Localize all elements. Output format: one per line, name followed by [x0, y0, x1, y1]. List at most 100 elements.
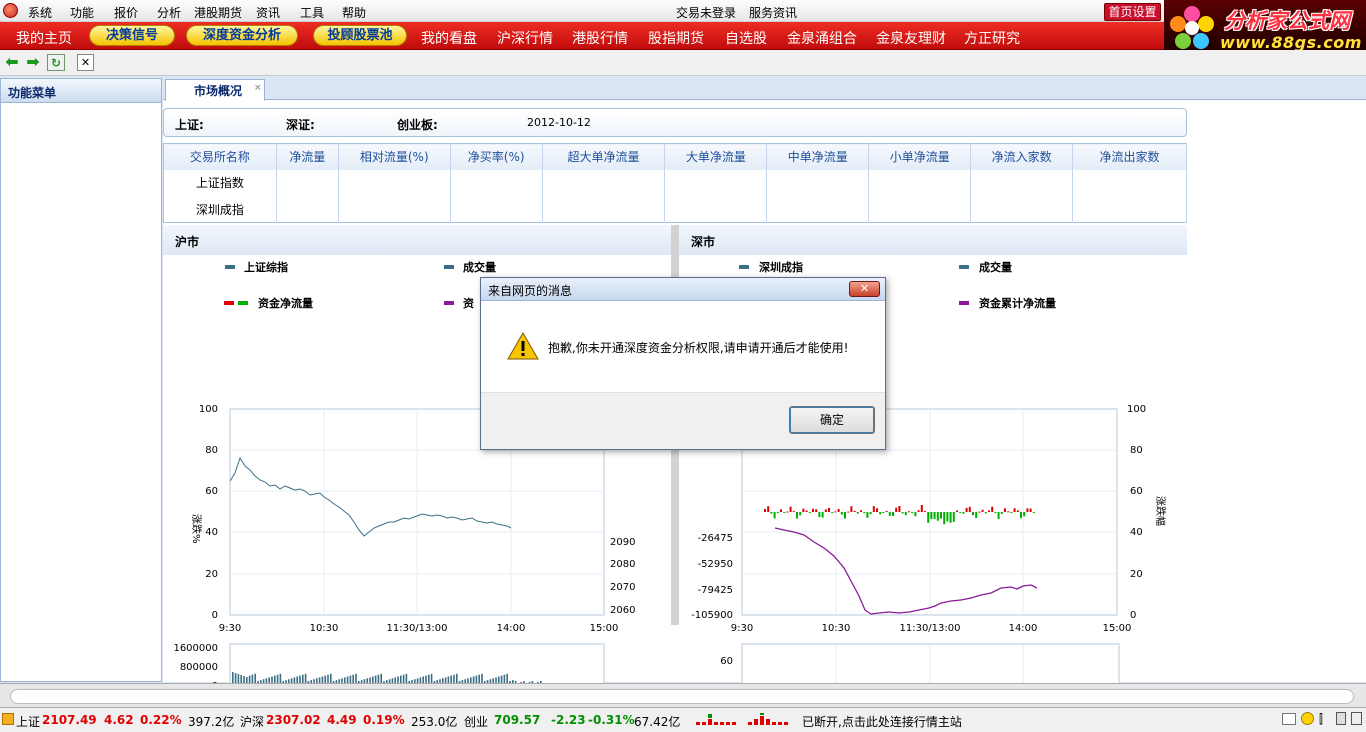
- netflow-bar: [965, 507, 968, 512]
- tab-market-overview[interactable]: 市场概况 ×: [165, 79, 265, 101]
- legend-swatch-cum: [444, 301, 454, 305]
- logo-title: 分析家公式网: [1224, 8, 1350, 33]
- netflow-bar: [1004, 508, 1006, 512]
- tab-label: 市场概况: [194, 84, 243, 98]
- menu-quote[interactable]: 报价: [114, 4, 138, 21]
- phone-icon[interactable]: [1336, 712, 1346, 725]
- legend-swatch-sz-volume: [959, 265, 969, 269]
- nav-hk-quotes[interactable]: 港股行情: [572, 28, 628, 48]
- nav-deep-fund-analysis[interactable]: 深度资金分析: [186, 25, 298, 46]
- status-sh-name[interactable]: 上证: [16, 713, 40, 730]
- status-cy-change: -2.23: [551, 713, 586, 727]
- tray-coin-icon[interactable]: [1301, 712, 1314, 725]
- main-nav: 我的主页 决策信号 深度资金分析 投顾股票池 我的看盘 沪深行情 港股行情 股指…: [0, 22, 1366, 50]
- nav-sh-sz-quotes[interactable]: 沪深行情: [497, 28, 553, 48]
- keyboard-icon[interactable]: [1282, 713, 1296, 725]
- back-arrow-icon[interactable]: ⬅: [3, 54, 21, 71]
- netflow-bar: [888, 512, 891, 516]
- netflow-bar: [773, 512, 776, 519]
- refresh-icon[interactable]: ↻: [47, 54, 65, 71]
- status-sz-change: 4.49: [327, 713, 357, 727]
- menu-function[interactable]: 功能: [70, 4, 94, 21]
- status-sh-pct: 0.22%: [140, 713, 182, 727]
- nav-research[interactable]: 方正研究: [964, 28, 1020, 48]
- tab-close-icon[interactable]: ×: [254, 83, 262, 93]
- forward-arrow-icon[interactable]: ➡: [24, 54, 42, 71]
- netflow-bar: [901, 512, 904, 514]
- netflow-bar: [879, 512, 882, 515]
- market-breadth-icon: [696, 713, 788, 725]
- nav-my-watch[interactable]: 我的看盘: [421, 28, 477, 48]
- netflow-bar: [770, 512, 773, 514]
- col-relative-flow: 相对流量(%): [338, 143, 451, 170]
- netflow-bar: [834, 511, 837, 513]
- legend-sz-volume: 成交量: [979, 260, 1012, 274]
- site-logo: 分析家公式网 www.88gs.com: [1164, 0, 1366, 56]
- netflow-bar: [780, 509, 782, 512]
- legend-swatch-netflow-down: [238, 301, 248, 305]
- nav-index-futures[interactable]: 股指期货: [648, 28, 704, 48]
- menu-news[interactable]: 资讯: [256, 4, 280, 21]
- app-icon[interactable]: [3, 3, 18, 18]
- netflow-bar: [892, 512, 894, 516]
- y-right-tick: 100: [1127, 404, 1146, 415]
- netflow-bar: [1026, 508, 1029, 512]
- netflow-bar: [997, 512, 1000, 519]
- nav-advisor-pool[interactable]: 投顾股票池: [313, 25, 407, 46]
- netflow-bar: [821, 512, 824, 518]
- horizontal-scrollbar[interactable]: [10, 689, 1354, 704]
- row-name-sz: 深圳成指: [163, 196, 277, 223]
- netflow-bar: [962, 512, 965, 514]
- netflow-bar: [1029, 508, 1032, 512]
- home-settings-button[interactable]: 首页设置: [1104, 3, 1161, 21]
- table-row[interactable]: 上证指数: [163, 169, 1187, 197]
- y-right-tick: 40: [1130, 527, 1143, 538]
- dialog-close-button[interactable]: ✕: [849, 281, 880, 297]
- netflow-bar: [952, 512, 955, 522]
- menu-hk-futures[interactable]: 港股期货: [194, 4, 242, 21]
- nav-portfolio[interactable]: 金泉涌组合: [787, 28, 857, 48]
- connection-status[interactable]: 已断开,点击此处连接行情主站: [802, 713, 962, 730]
- menu-analysis[interactable]: 分析: [157, 4, 181, 21]
- netflow-bar: [792, 511, 795, 513]
- menu-system[interactable]: 系统: [28, 4, 52, 21]
- nav-my-home[interactable]: 我的主页: [16, 28, 72, 48]
- status-sz-amount: 253.0亿: [411, 715, 458, 729]
- notes-icon[interactable]: [1351, 712, 1362, 725]
- sz-y-left-axis: -26475 -52950 -79425 -105900: [691, 533, 733, 621]
- y-tick-20: 20: [205, 569, 218, 580]
- y-right-tick: 0: [1130, 610, 1136, 621]
- col-outflow-count: 净流出家数: [1072, 143, 1187, 170]
- legend-swatch-sz-index: [739, 265, 749, 269]
- service-info-link[interactable]: 服务资讯: [749, 4, 797, 21]
- index-menu-icon[interactable]: [2, 713, 14, 725]
- menu-tools[interactable]: 工具: [300, 4, 324, 21]
- status-sz-name[interactable]: 沪深: [240, 713, 264, 730]
- legend-swatch-netflow-up: [224, 301, 234, 305]
- sidebar-title[interactable]: 功能菜单: [1, 79, 161, 103]
- status-cy-name[interactable]: 创业: [464, 713, 488, 730]
- netflow-bar: [943, 512, 946, 525]
- netflow-bar: [863, 512, 866, 513]
- ok-button[interactable]: 确定: [789, 406, 875, 434]
- nav-decision-signal[interactable]: 决策信号: [89, 25, 175, 46]
- menu-help[interactable]: 帮助: [342, 4, 366, 21]
- signal-icon[interactable]: ⫿: [1319, 712, 1323, 727]
- nav-wealth[interactable]: 金泉友理财: [876, 28, 946, 48]
- table-row[interactable]: 深圳成指: [163, 196, 1187, 223]
- row-name-sh: 上证指数: [163, 169, 277, 197]
- col-medium-order-flow: 中单净流量: [766, 143, 870, 170]
- netflow-bar: [914, 512, 917, 517]
- netflow-bar: [824, 509, 827, 512]
- status-cy-pct: -0.31%: [588, 713, 635, 727]
- nav-watchlist[interactable]: 自选股: [725, 28, 767, 48]
- sh-panel-title: 沪市: [163, 225, 671, 255]
- col-large-order-flow: 大单净流量: [664, 143, 768, 170]
- netflow-bar: [847, 511, 850, 513]
- tab-strip: 市场概况 ×: [163, 78, 1366, 101]
- login-status[interactable]: 交易未登录: [676, 4, 736, 21]
- netflow-bar: [975, 512, 978, 518]
- y-tick-100: 100: [199, 404, 218, 415]
- close-page-icon[interactable]: ✕: [77, 54, 94, 71]
- netflow-bar: [895, 507, 898, 512]
